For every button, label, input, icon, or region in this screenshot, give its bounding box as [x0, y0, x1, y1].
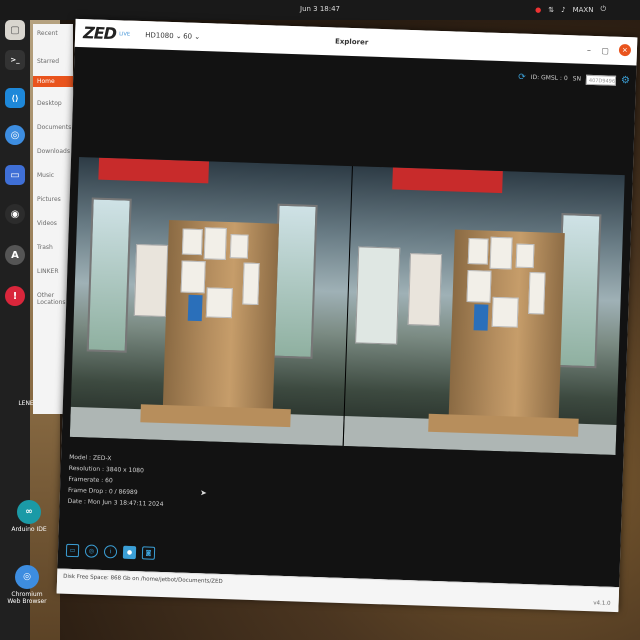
chevron-down-icon: ⌄: [194, 32, 201, 41]
notes-app-icon[interactable]: ▭: [5, 165, 25, 185]
outside-building: [133, 243, 169, 317]
files-header: Recent: [37, 30, 58, 37]
mouse-cursor-icon: ➤: [199, 488, 207, 498]
notice-paper: [229, 234, 249, 259]
resolution-select[interactable]: HD1080 ⌄: [145, 31, 182, 40]
video-viewport: ⟳ ID: GMSL : 0 SN 407D9496 ⚙ Model: ZED…: [57, 46, 637, 588]
camera-toolbar: ⟳ ID: GMSL : 0 SN 407D9496 ⚙: [518, 72, 630, 86]
sidebar-item-linker[interactable]: LINKER: [37, 268, 59, 275]
software-app-icon[interactable]: A: [5, 245, 25, 265]
notice-paper: [203, 227, 227, 260]
blue-sign: [473, 304, 488, 331]
sidebar-item-documents[interactable]: Documents: [37, 124, 71, 131]
notice-paper: [515, 243, 534, 269]
close-button[interactable]: ×: [618, 43, 632, 57]
desktop-icon-arduino[interactable]: ∞ Arduino IDE: [6, 500, 52, 533]
disk-space-text: Disk Free Space: 868 Gb on /home/jetbot/…: [63, 573, 223, 586]
notice-paper: [180, 260, 206, 294]
serial-label: SN: [572, 75, 582, 83]
camera-id[interactable]: ID: GMSL : 0: [531, 74, 568, 82]
window-title: Explorer: [334, 37, 369, 47]
record-icon[interactable]: ●: [122, 545, 137, 560]
notice-paper: [205, 287, 233, 319]
sidebar-item-videos[interactable]: Videos: [37, 220, 57, 227]
desktop-icon-label: Chromium Web Browser: [7, 591, 47, 605]
zed-logo: ZED: [82, 23, 117, 44]
volume-icon[interactable]: ♪: [561, 6, 565, 14]
stream-icon[interactable]: ◎: [84, 544, 99, 558]
chevron-down-icon: ⌄: [175, 32, 182, 41]
power-mode-label[interactable]: MAXN: [573, 6, 594, 14]
notice-paper: [489, 236, 513, 270]
gear-icon[interactable]: ⚙: [621, 75, 630, 86]
arduino-icon: ∞: [17, 500, 41, 524]
sidebar-item-starred[interactable]: Starred: [37, 58, 59, 65]
application-dock: ▢ >_ ⟨⟩ ◎ ▭ ◉ A !: [0, 20, 30, 640]
glass-door: [86, 197, 132, 353]
glass-door: [272, 203, 318, 359]
files-app-icon[interactable]: ▢: [5, 20, 25, 40]
resolution-value: HD1080: [145, 31, 174, 41]
blue-sign: [187, 294, 203, 322]
notice-paper: [181, 228, 203, 256]
desktop-icon-label: Arduino IDE: [11, 526, 47, 533]
zed-explorer-window: ZED LIVE HD1080 ⌄ 60 ⌄ Explorer – ▢ × ⟳ …: [56, 18, 638, 613]
clock[interactable]: Jun 3 18:47: [300, 5, 340, 13]
fps-select[interactable]: 60 ⌄: [183, 32, 200, 41]
notice-pillar: [448, 229, 565, 424]
system-tray[interactable]: ● ⇅ ♪ MAXN ⏻: [535, 5, 606, 14]
version-label: v4.1.0: [593, 600, 611, 607]
nvidia-icon[interactable]: ●: [535, 6, 541, 14]
left-camera-image: [69, 157, 352, 446]
red-banner: [391, 167, 503, 194]
chromium-icon: ◎: [15, 565, 39, 589]
desktop-icon-chromium[interactable]: ◎ Chromium Web Browser: [4, 565, 50, 605]
right-camera-image: [343, 166, 625, 455]
poster: [354, 246, 400, 345]
maximize-button[interactable]: ▢: [601, 46, 609, 55]
obs-app-icon[interactable]: ◉: [5, 204, 25, 224]
outside-building: [407, 253, 442, 327]
vscode-app-icon[interactable]: ⟨⟩: [5, 88, 25, 108]
split-view-icon[interactable]: ▭: [65, 543, 80, 558]
info-date: Date : Mon Jun 3 18:47:11 2024: [67, 497, 164, 509]
red-banner: [98, 157, 210, 184]
snapshot-icon[interactable]: ◙: [141, 546, 156, 560]
sidebar-item-trash[interactable]: Trash: [37, 244, 53, 251]
minimize-button[interactable]: –: [587, 46, 591, 55]
info-icon[interactable]: i: [103, 545, 118, 559]
sidebar-item-music[interactable]: Music: [37, 172, 54, 179]
camera-info-overlay: Model : ZED-X Resolution : 3840 x 1080 F…: [67, 452, 165, 510]
terminal-app-icon[interactable]: >_: [5, 50, 25, 70]
live-badge: LIVE: [119, 31, 131, 38]
alert-app-icon[interactable]: !: [5, 286, 25, 306]
network-icon[interactable]: ⇅: [548, 6, 554, 14]
notice-paper: [527, 272, 546, 315]
sidebar-item-downloads[interactable]: Downloads: [37, 148, 70, 155]
refresh-icon[interactable]: ⟳: [518, 72, 526, 82]
sidebar-item-home[interactable]: Home: [33, 76, 73, 87]
notice-paper: [242, 262, 260, 306]
chromium-app-icon[interactable]: ◎: [5, 125, 25, 145]
notice-paper: [465, 269, 492, 303]
fps-value: 60: [183, 32, 193, 41]
sidebar-item-desktop[interactable]: Desktop: [37, 100, 62, 107]
stereo-video-feed: [69, 157, 625, 455]
bottom-toolbar: ▭ ◎ i ● ◙: [65, 543, 156, 560]
notice-pillar: [162, 220, 279, 414]
sidebar-item-pictures[interactable]: Pictures: [37, 196, 61, 203]
notice-paper: [491, 296, 519, 328]
serial-field[interactable]: 407D9496: [585, 74, 617, 86]
system-top-bar: Jun 3 18:47 ● ⇅ ♪ MAXN ⏻: [0, 0, 640, 20]
power-icon[interactable]: ⏻: [600, 5, 606, 14]
notice-paper: [467, 237, 489, 265]
